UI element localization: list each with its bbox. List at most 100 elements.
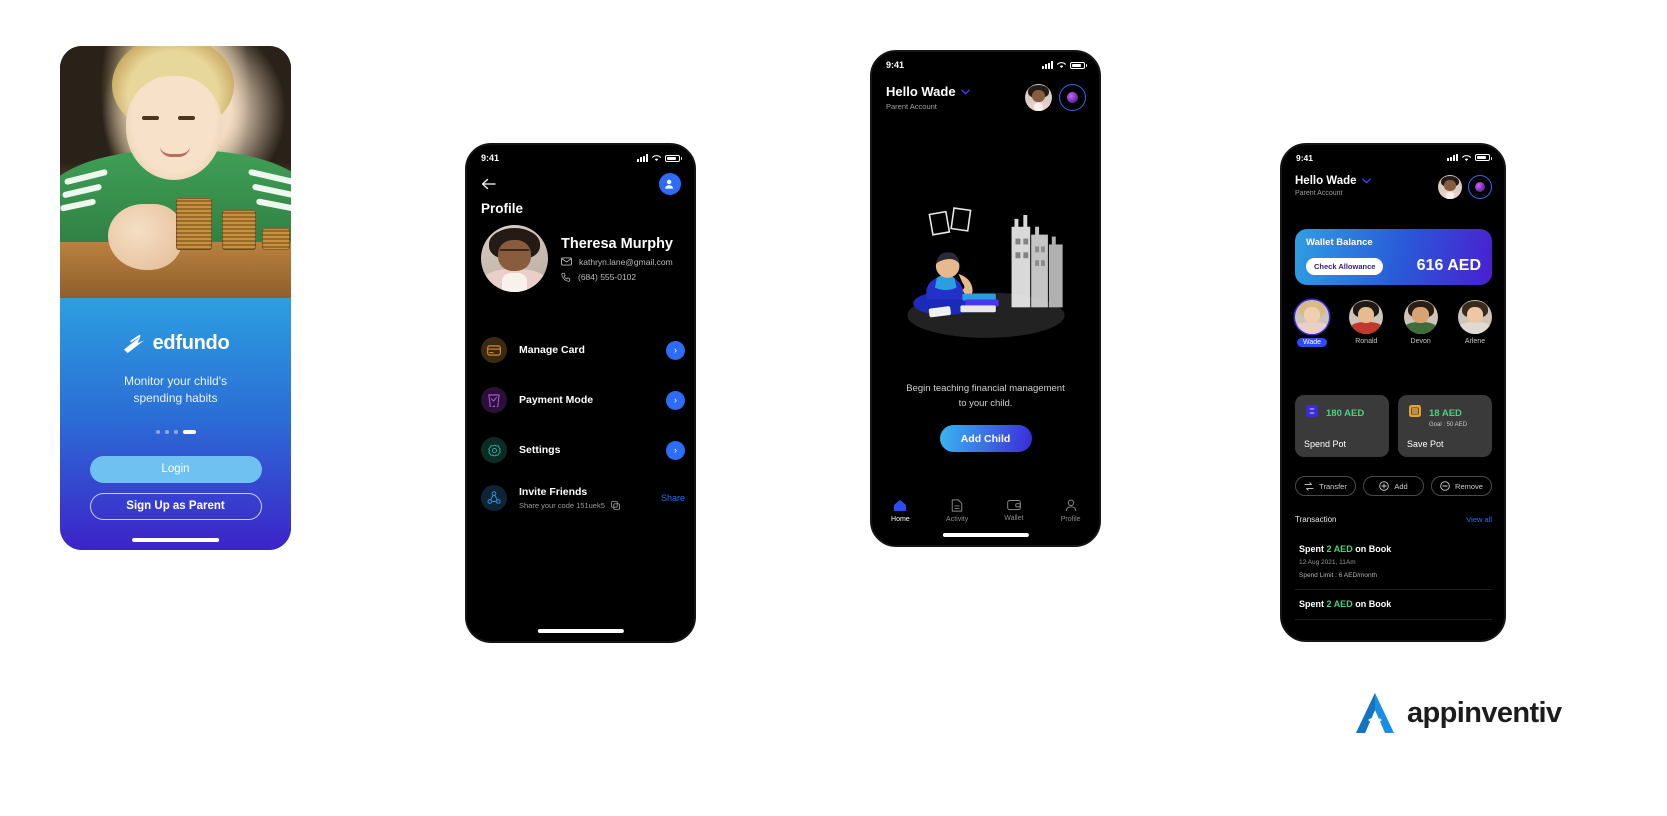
credit-card-icon bbox=[481, 337, 507, 363]
empty-state-text: Begin teaching financial management to yo… bbox=[906, 383, 1065, 409]
home-icon bbox=[894, 499, 907, 512]
greeting-text: Hello Wade bbox=[1295, 175, 1357, 187]
pager-dot[interactable] bbox=[164, 429, 169, 434]
child-chip-wade[interactable]: Wade bbox=[1295, 300, 1329, 347]
payment-mode-icon bbox=[481, 387, 507, 413]
profile-menu: Manage Card › Payment Mode › Settings › bbox=[481, 325, 685, 521]
home-header: Hello Wade Parent Account bbox=[886, 84, 1086, 111]
transactions-list: Spent 2 AED on Book 12 Aug 2021, 11Am Sp… bbox=[1295, 535, 1492, 620]
login-button[interactable]: Login bbox=[89, 455, 262, 483]
edfundo-mark-icon bbox=[123, 334, 144, 353]
user-name: Theresa Murphy bbox=[561, 235, 673, 252]
badge-dot-icon bbox=[1475, 182, 1485, 192]
transactions-title: Transaction bbox=[1295, 515, 1337, 524]
chevron-right-icon[interactable]: › bbox=[666, 440, 685, 460]
spend-pot-amount: 180 AED bbox=[1326, 408, 1365, 419]
pager-dot[interactable] bbox=[155, 429, 160, 434]
arrow-left-icon bbox=[481, 178, 496, 190]
greeting-block: Hello Wade Parent Account bbox=[1295, 175, 1371, 197]
battery-icon bbox=[665, 154, 682, 162]
transfer-button[interactable]: Transfer bbox=[1295, 476, 1356, 496]
account-type-label: Parent Account bbox=[1295, 190, 1343, 197]
header-avatars bbox=[1025, 84, 1086, 111]
photo-coin-stack bbox=[222, 210, 256, 250]
transaction-suffix: on Book bbox=[1352, 599, 1392, 609]
menu-item-payment-mode[interactable]: Payment Mode › bbox=[481, 375, 685, 425]
share-link[interactable]: Share bbox=[661, 493, 685, 503]
menu-item-label: Manage Card bbox=[519, 344, 585, 356]
edfundo-logo: edfundo bbox=[122, 332, 230, 355]
view-all-link[interactable]: View all bbox=[1466, 515, 1492, 524]
wallet-header: Hello Wade Parent Account bbox=[1295, 175, 1492, 199]
copy-icon[interactable] bbox=[610, 501, 620, 510]
user-email-row: kathryn.lane@gmail.com bbox=[561, 257, 673, 267]
page-title: Profile bbox=[481, 201, 524, 216]
badge-dot-icon bbox=[1067, 92, 1078, 103]
table-row[interactable]: Spent 2 AED on Book 12 Aug 2021, 11Am Sp… bbox=[1295, 535, 1492, 590]
hero-photo-child-stacking-coins bbox=[60, 46, 291, 298]
add-person-icon bbox=[665, 179, 674, 189]
child-chip-devon[interactable]: Devon bbox=[1403, 300, 1438, 347]
pager-dot-active[interactable] bbox=[182, 429, 196, 434]
person-icon bbox=[1065, 499, 1076, 512]
home-indicator bbox=[537, 629, 624, 633]
add-child-button[interactable]: Add Child bbox=[939, 425, 1032, 452]
nav-item-home[interactable]: Home bbox=[872, 499, 929, 523]
signal-icon bbox=[1042, 61, 1053, 69]
status-time: 9:41 bbox=[1296, 152, 1314, 163]
menu-item-manage-card[interactable]: Manage Card › bbox=[481, 325, 685, 375]
back-button[interactable] bbox=[481, 177, 496, 194]
chevron-down-icon[interactable] bbox=[960, 88, 970, 95]
status-bar: 9:41 bbox=[467, 145, 694, 167]
pager-dot[interactable] bbox=[173, 429, 178, 434]
phone-screen-wallet: 9:41 Hello Wade Parent Account Wallet Ba… bbox=[1280, 143, 1506, 642]
chevron-right-icon[interactable]: › bbox=[666, 340, 685, 360]
appinventiv-logo: appinventiv bbox=[1352, 690, 1562, 736]
avatar bbox=[1349, 300, 1384, 334]
nav-item-label: Wallet bbox=[1004, 515, 1024, 522]
transaction-prefix: Spent bbox=[1299, 544, 1327, 554]
mail-icon bbox=[561, 257, 572, 266]
add-person-button[interactable] bbox=[659, 173, 681, 195]
onboarding-pager-dots[interactable] bbox=[155, 429, 196, 434]
notification-badge[interactable] bbox=[1059, 84, 1086, 111]
child-chip-ronald[interactable]: Ronald bbox=[1349, 300, 1384, 347]
save-pot-card[interactable]: 18 AED Goal : 50 AED Save Pot bbox=[1398, 395, 1492, 457]
edfundo-wordmark: edfundo bbox=[152, 332, 230, 354]
avatar[interactable] bbox=[481, 225, 548, 292]
nav-item-wallet[interactable]: Wallet bbox=[986, 499, 1043, 523]
chevron-right-icon[interactable]: › bbox=[666, 390, 685, 410]
status-indicators bbox=[1042, 61, 1087, 69]
menu-item-settings[interactable]: Settings › bbox=[481, 425, 685, 475]
header-avatars bbox=[1438, 175, 1492, 199]
greeting-row[interactable]: Hello Wade bbox=[886, 84, 970, 99]
children-selector: Wade Ronald Devon Arlene bbox=[1295, 300, 1492, 347]
greeting-row[interactable]: Hello Wade bbox=[1295, 175, 1371, 187]
greeting-text: Hello Wade bbox=[886, 84, 956, 99]
user-phone-row: (684) 555-0102 bbox=[561, 272, 673, 282]
notification-badge[interactable] bbox=[1468, 175, 1492, 199]
child-name: Wade bbox=[1296, 338, 1328, 347]
spend-pot-values: 180 AED bbox=[1326, 403, 1364, 421]
menu-item-invite-friends[interactable]: Invite Friends Share your code 151uek5 S… bbox=[481, 475, 685, 521]
status-indicators bbox=[637, 154, 682, 162]
avatar[interactable] bbox=[1025, 84, 1052, 111]
child-chip-arlene[interactable]: Arlene bbox=[1457, 300, 1492, 347]
nav-item-profile[interactable]: Profile bbox=[1042, 499, 1099, 523]
nav-item-activity[interactable]: Activity bbox=[929, 499, 986, 523]
check-allowance-button[interactable]: Check Allowance bbox=[1306, 257, 1384, 275]
table-row[interactable]: Spent 2 AED on Book bbox=[1295, 590, 1492, 620]
plus-circle-icon bbox=[1379, 481, 1390, 491]
battery-icon bbox=[1070, 61, 1087, 69]
status-time: 9:41 bbox=[886, 60, 905, 70]
user-email: kathryn.lane@gmail.com bbox=[579, 256, 673, 267]
transaction-amount: 2 AED bbox=[1326, 544, 1353, 554]
wallet-balance-card[interactable]: Wallet Balance Check Allowance 616 AED bbox=[1295, 229, 1492, 285]
remove-button[interactable]: Remove bbox=[1431, 476, 1492, 496]
chevron-down-icon[interactable] bbox=[1361, 178, 1371, 184]
avatar[interactable] bbox=[1438, 175, 1462, 199]
spend-pot-card[interactable]: 180 AED Spend Pot bbox=[1295, 395, 1389, 457]
phone-screen-profile: 9:41 Profile Theresa Murphy kathryn.lane… bbox=[465, 143, 696, 643]
add-button[interactable]: Add bbox=[1363, 476, 1424, 496]
signup-as-parent-button[interactable]: Sign Up as Parent bbox=[89, 492, 262, 520]
